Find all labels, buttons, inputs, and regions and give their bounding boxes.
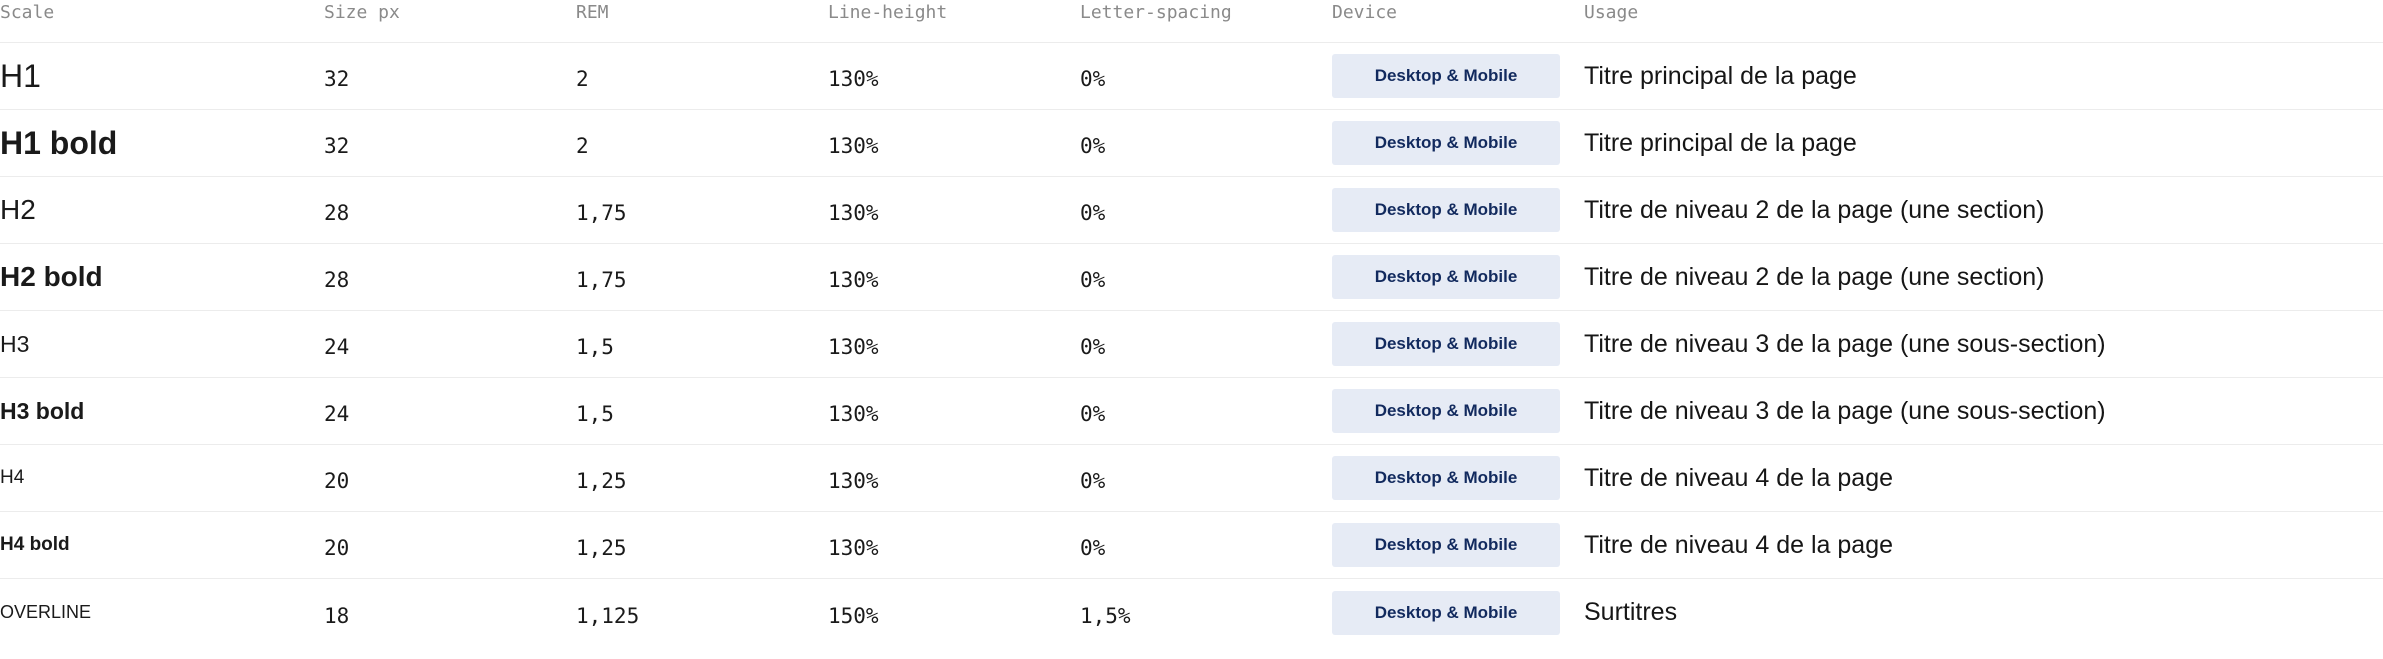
device-badge: Desktop & Mobile — [1332, 188, 1560, 232]
rem-cell: 2 — [576, 67, 589, 91]
letter-spacing-cell: 0% — [1080, 335, 1106, 359]
device-badge: Desktop & Mobile — [1332, 456, 1560, 500]
letter-spacing-cell: 0% — [1080, 402, 1106, 426]
usage-cell: Titre principal de la page — [1584, 61, 1857, 90]
scale-sample: H4 bold — [0, 534, 70, 555]
rem-cell: 1,25 — [576, 469, 627, 493]
device-badge: Desktop & Mobile — [1332, 389, 1560, 433]
rem-cell: 1,75 — [576, 268, 627, 292]
device-badge: Desktop & Mobile — [1332, 255, 1560, 299]
letter-spacing-cell: 0% — [1080, 536, 1106, 560]
letter-spacing-cell: 0% — [1080, 268, 1106, 292]
scale-sample: H3 — [0, 330, 30, 357]
size-px-cell: 28 — [324, 201, 350, 225]
letter-spacing-cell: 0% — [1080, 201, 1106, 225]
usage-cell: Titre de niveau 4 de la page — [1584, 530, 1894, 559]
scale-sample: H1 — [0, 57, 41, 94]
device-badge: Desktop & Mobile — [1332, 590, 1560, 635]
table-row: H3 bold 24 1,5 130% 0% Desktop & Mobile … — [0, 378, 2383, 445]
line-height-cell: 130% — [828, 67, 879, 91]
table-header: Scale Size px REM Line-height Letter-spa… — [0, 0, 2383, 43]
table-row: H1 32 2 130% 0% Desktop & Mobile Titre p… — [0, 43, 2383, 110]
letter-spacing-cell: 0% — [1080, 469, 1106, 493]
scale-sample: H2 — [0, 194, 36, 225]
device-badge: Desktop & Mobile — [1332, 121, 1560, 165]
header-device: Device — [1332, 2, 1398, 23]
usage-cell: Titre de niveau 2 de la page (une sectio… — [1584, 262, 2045, 291]
usage-cell: Titre de niveau 2 de la page (une sectio… — [1584, 195, 2045, 224]
scale-sample: H3 bold — [0, 397, 85, 424]
scale-sample: H4 — [0, 467, 25, 488]
rem-cell: 1,125 — [576, 603, 640, 628]
size-px-cell: 20 — [324, 469, 350, 493]
scale-sample: H2 bold — [0, 261, 103, 292]
line-height-cell: 130% — [828, 536, 879, 560]
rem-cell: 1,5 — [576, 335, 614, 359]
typography-scale-table: Scale Size px REM Line-height Letter-spa… — [0, 0, 2383, 646]
line-height-cell: 130% — [828, 469, 879, 493]
table-row: H1 bold 32 2 130% 0% Desktop & Mobile Ti… — [0, 110, 2383, 177]
rem-cell: 2 — [576, 134, 589, 158]
line-height-cell: 150% — [828, 603, 879, 628]
rem-cell: 1,25 — [576, 536, 627, 560]
header-usage: Usage — [1584, 2, 1639, 23]
device-badge: Desktop & Mobile — [1332, 322, 1560, 366]
usage-cell: Titre de niveau 3 de la page (une sous-s… — [1584, 396, 2106, 425]
line-height-cell: 130% — [828, 268, 879, 292]
size-px-cell: 20 — [324, 536, 350, 560]
table-row: H3 24 1,5 130% 0% Desktop & Mobile Titre… — [0, 311, 2383, 378]
size-px-cell: 24 — [324, 402, 350, 426]
line-height-cell: 130% — [828, 402, 879, 426]
line-height-cell: 130% — [828, 134, 879, 158]
usage-cell: Titre de niveau 3 de la page (une sous-s… — [1584, 329, 2106, 358]
size-px-cell: 32 — [324, 134, 350, 158]
line-height-cell: 130% — [828, 201, 879, 225]
line-height-cell: 130% — [828, 335, 879, 359]
usage-cell: Titre principal de la page — [1584, 128, 1857, 157]
letter-spacing-cell: 1,5% — [1080, 603, 1131, 628]
table-row: H2 28 1,75 130% 0% Desktop & Mobile Titr… — [0, 177, 2383, 244]
scale-sample: H1 bold — [0, 124, 118, 161]
device-badge: Desktop & Mobile — [1332, 523, 1560, 567]
header-letter-spacing: Letter-spacing — [1080, 2, 1232, 23]
rem-cell: 1,75 — [576, 201, 627, 225]
device-badge: Desktop & Mobile — [1332, 54, 1560, 98]
usage-cell: Titre de niveau 4 de la page — [1584, 463, 1894, 492]
rem-cell: 1,5 — [576, 402, 614, 426]
letter-spacing-cell: 0% — [1080, 67, 1106, 91]
table-row: H4 20 1,25 130% 0% Desktop & Mobile Titr… — [0, 445, 2383, 512]
table-row: OVERLINE 18 1,125 150% 1,5% Desktop & Mo… — [0, 579, 2383, 646]
size-px-cell: 18 — [324, 603, 350, 628]
letter-spacing-cell: 0% — [1080, 134, 1106, 158]
usage-cell: Surtitres — [1584, 598, 1678, 626]
header-rem: REM — [576, 2, 609, 23]
size-px-cell: 24 — [324, 335, 350, 359]
table-row: H2 bold 28 1,75 130% 0% Desktop & Mobile… — [0, 244, 2383, 311]
table-row: H4 bold 20 1,25 130% 0% Desktop & Mobile… — [0, 512, 2383, 579]
size-px-cell: 32 — [324, 67, 350, 91]
header-size-px: Size px — [324, 2, 400, 23]
header-scale: Scale — [0, 2, 55, 23]
scale-sample: OVERLINE — [0, 602, 92, 622]
header-line-height: Line-height — [828, 2, 948, 23]
size-px-cell: 28 — [324, 268, 350, 292]
